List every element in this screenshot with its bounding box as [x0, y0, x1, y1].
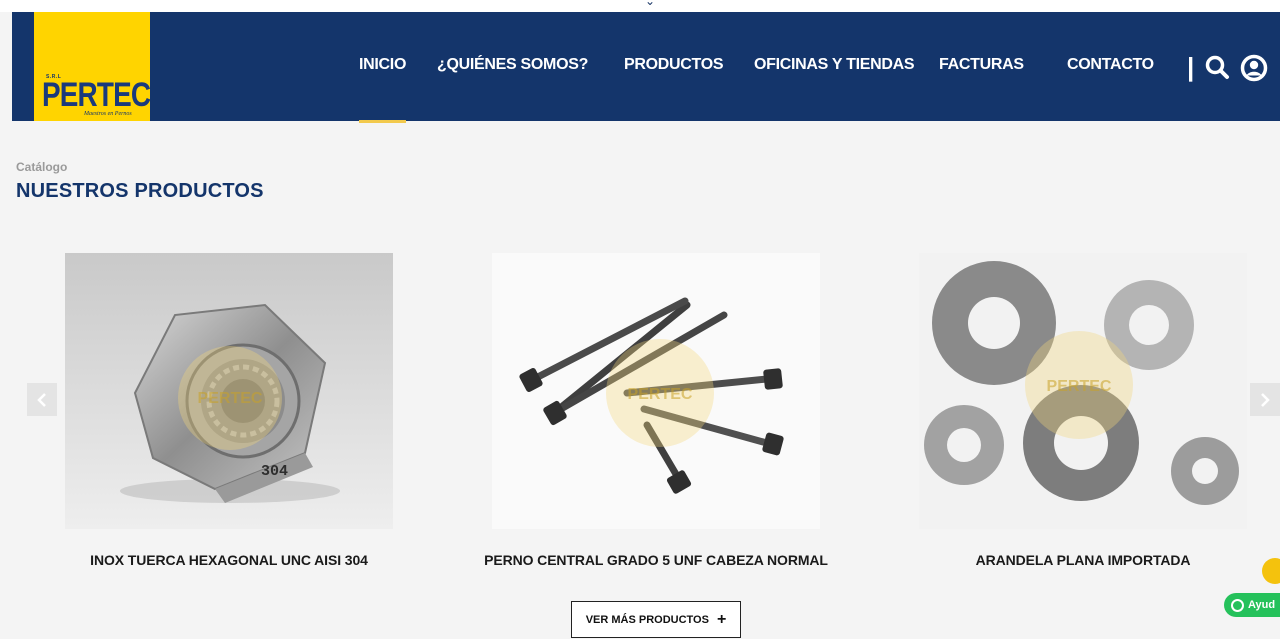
scroll-chevron-icon: ⌄ [645, 0, 656, 8]
see-more-products-button[interactable]: VER MÁS PRODUCTOS + [571, 601, 741, 638]
nav-separator: | [1187, 52, 1195, 82]
nav-contacto[interactable]: CONTACTO [1067, 56, 1154, 74]
product-image-flat-washers[interactable]: PERTEC [919, 253, 1247, 529]
nav-oficinas-tiendas[interactable]: OFICINAS Y TIENDAS [754, 56, 915, 74]
location-pin-icon[interactable] [1262, 558, 1280, 584]
whatsapp-help-button[interactable]: Ayud [1224, 593, 1280, 617]
product-name[interactable]: ARANDELA PLANA IMPORTADA [919, 552, 1247, 568]
watermark-text: PERTEC [198, 390, 263, 407]
user-account-icon[interactable] [1240, 54, 1268, 82]
nav-quienes-somos[interactable]: ¿QUIÉNES SOMOS? [437, 56, 588, 74]
nav-inicio[interactable]: INICIO [359, 56, 406, 123]
logo-wordmark: PERTEC [42, 76, 151, 114]
product-image-hex-nut[interactable]: 304 PERTEC [65, 253, 393, 529]
see-more-label: VER MÁS PRODUCTOS [585, 613, 709, 626]
plus-icon: + [716, 610, 727, 628]
top-strip [0, 0, 1280, 12]
site-header: S.R.L PERTEC Maestros en Pernos INICIO ¿… [12, 12, 1280, 123]
nav-productos[interactable]: PRODUCTOS [624, 56, 724, 74]
whatsapp-label: Ayud [1248, 599, 1276, 611]
whatsapp-icon [1231, 598, 1244, 612]
page-title: NUESTROS PRODUCTOS [16, 180, 264, 202]
product-name[interactable]: INOX TUERCA HEXAGONAL UNC AISI 304 [65, 552, 393, 568]
watermark-text: PERTEC [628, 386, 693, 403]
product-name[interactable]: PERNO CENTRAL GRADO 5 UNF CABEZA NORMAL [452, 552, 860, 568]
chevron-left-icon [37, 392, 46, 407]
carousel-next-button[interactable] [1250, 383, 1280, 416]
watermark-text: PERTEC [1047, 378, 1112, 395]
product-image-socket-bolts[interactable]: PERTEC [492, 253, 820, 529]
nav-facturas[interactable]: FACTURAS [939, 56, 1024, 74]
pertec-logo[interactable]: S.R.L PERTEC Maestros en Pernos [34, 12, 151, 121]
search-icon[interactable] [1204, 54, 1230, 80]
breadcrumb[interactable]: Catálogo [16, 160, 67, 174]
carousel-prev-button[interactable] [27, 383, 57, 416]
chevron-right-icon [1261, 392, 1270, 407]
nut-stamp-304: 304 [261, 463, 288, 480]
logo-tagline: Maestros en Pernos [84, 111, 132, 117]
